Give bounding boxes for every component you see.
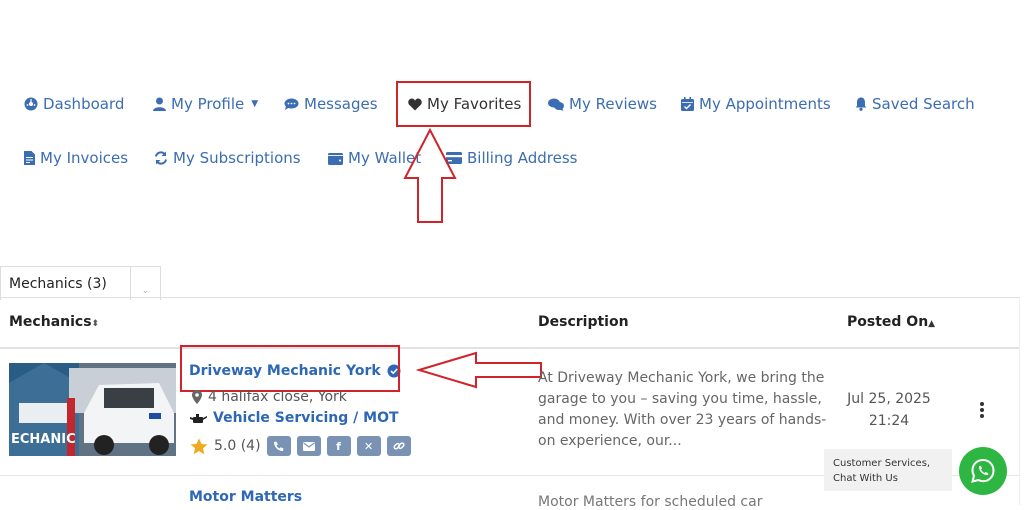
- link-icon: [393, 442, 405, 450]
- annotation-left-arrow: [416, 351, 542, 389]
- mechanic-thumbnail[interactable]: ECHANIC: [9, 363, 176, 456]
- whatsapp-chat-button[interactable]: [959, 447, 1007, 495]
- nav-my-profile[interactable]: My Profile ▼: [153, 95, 258, 113]
- mechanic-description-2: Motor Matters for scheduled car: [538, 494, 763, 510]
- annotation-title-box: [180, 345, 400, 392]
- nav-saved-search-label: Saved Search: [872, 95, 975, 113]
- mechanic-description: At Driveway Mechanic York, we bring the …: [538, 370, 827, 449]
- nav-messages[interactable]: Messages: [284, 95, 378, 113]
- nav-my-invoices-label: My Invoices: [40, 149, 129, 167]
- dashboard-icon: [24, 97, 38, 111]
- nav-my-appointments[interactable]: My Appointments: [681, 95, 831, 113]
- star-icon: [190, 438, 208, 454]
- category-filter-dropdown[interactable]: Mechanics (3) ⌄: [0, 266, 161, 300]
- row-actions-menu-icon[interactable]: [979, 402, 985, 418]
- calendar-check-icon: [681, 97, 694, 111]
- copy-link-button[interactable]: [386, 436, 411, 456]
- caret-down-icon: ▼: [251, 99, 259, 109]
- column-header-posted-on[interactable]: Posted On▲: [847, 314, 935, 330]
- user-icon: [153, 97, 166, 111]
- posted-date: Jul 25, 2025: [847, 391, 931, 407]
- annotation-up-arrow: [403, 128, 457, 223]
- posted-on-cell: Jul 25, 2025 21:24: [840, 388, 938, 432]
- nav-dashboard[interactable]: Dashboard: [24, 95, 124, 113]
- nav-my-reviews-label: My Reviews: [569, 95, 657, 113]
- x-icon: ✕: [363, 439, 374, 453]
- reviews-icon: [548, 98, 564, 111]
- chat-icon: [284, 98, 299, 110]
- annotation-favorites-box: [396, 81, 531, 127]
- category-filter-value: Mechanics (3): [9, 275, 107, 292]
- nav-my-reviews[interactable]: My Reviews: [548, 95, 657, 113]
- wallet-icon: [328, 152, 343, 165]
- mechanic-category-link[interactable]: Vehicle Servicing / MOT: [190, 410, 399, 426]
- nav-my-profile-label: My Profile: [171, 95, 245, 113]
- nav-my-invoices[interactable]: My Invoices: [24, 149, 128, 167]
- column-header-mechanics[interactable]: Mechanics⬍: [9, 314, 99, 330]
- chat-tooltip: Customer Services, Chat With Us: [824, 449, 952, 491]
- oil-can-icon: [190, 413, 207, 423]
- envelope-icon: [302, 441, 315, 451]
- posted-time: 21:24: [868, 413, 910, 429]
- phone-button[interactable]: [266, 436, 291, 456]
- sync-icon: [155, 151, 167, 165]
- nav-my-subscriptions-label: My Subscriptions: [173, 149, 301, 167]
- svg-text:ECHANIC: ECHANIC: [11, 432, 76, 447]
- nav-my-appointments-label: My Appointments: [699, 95, 831, 113]
- rating-value: 5.0 (4): [214, 438, 261, 454]
- email-button[interactable]: [296, 436, 321, 456]
- mechanic-photo: ECHANIC: [9, 363, 176, 456]
- sort-asc-icon: ▲: [928, 319, 936, 329]
- nav-messages-label: Messages: [304, 95, 378, 113]
- mechanic-rating: 5.0 (4) f ✕: [190, 436, 411, 456]
- chevron-down-icon: ⌄: [130, 267, 160, 300]
- header-divider: [0, 347, 1019, 349]
- mechanic-address: 4 halifax close, York: [192, 389, 347, 405]
- invoice-icon: [24, 151, 35, 165]
- nav-saved-search[interactable]: Saved Search: [855, 95, 975, 113]
- whatsapp-icon: [971, 458, 995, 483]
- nav-dashboard-label: Dashboard: [43, 95, 125, 113]
- nav-billing-address-label: Billing Address: [467, 149, 578, 167]
- mechanic-title-link-2[interactable]: Motor Matters: [189, 489, 302, 505]
- column-header-description: Description: [538, 314, 629, 330]
- nav-billing-address[interactable]: Billing Address: [446, 149, 578, 167]
- bell-icon: [855, 97, 867, 111]
- nav-my-subscriptions[interactable]: My Subscriptions: [154, 149, 301, 167]
- facebook-icon: f: [336, 439, 341, 453]
- facebook-button[interactable]: f: [326, 436, 351, 456]
- sort-icon: ⬍: [91, 319, 100, 329]
- phone-icon: [274, 441, 284, 451]
- x-share-button[interactable]: ✕: [356, 436, 381, 456]
- map-marker-icon: [192, 390, 202, 404]
